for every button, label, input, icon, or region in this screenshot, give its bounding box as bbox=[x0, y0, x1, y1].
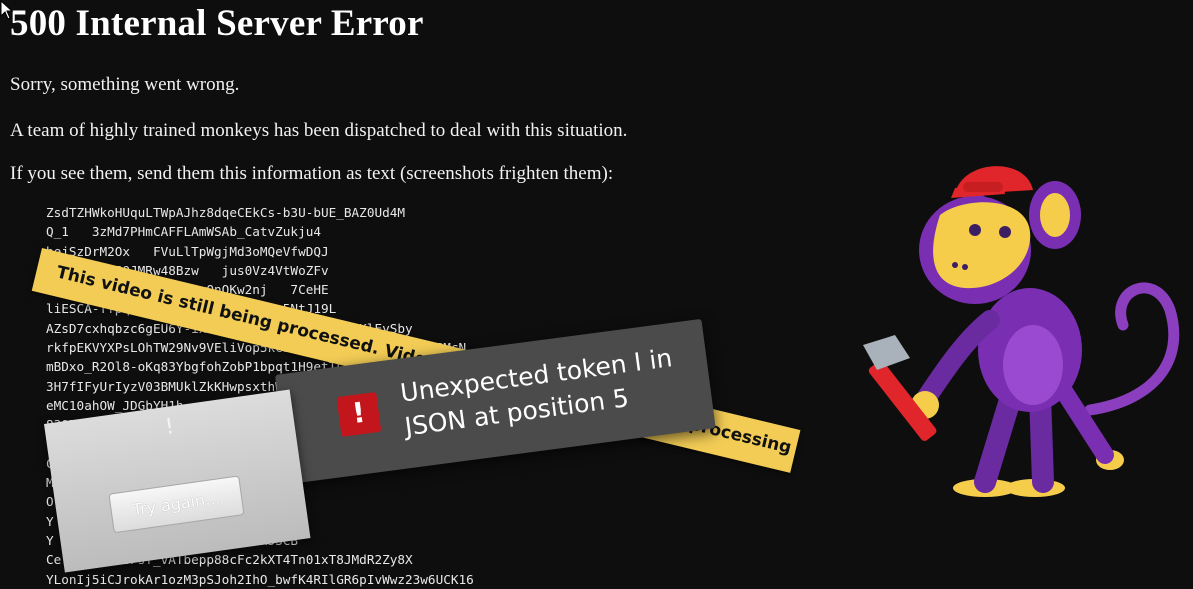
debug-line: Q_1 3zMd7PHmCAFFLAmWSAb_CatvZukju4 bbox=[46, 224, 321, 240]
try-again-button[interactable]: Try again... bbox=[108, 475, 245, 534]
error-message: Unexpected token I in JSON at position 5 bbox=[398, 343, 674, 442]
page-title: 500 Internal Server Error bbox=[10, 3, 424, 44]
monkey-with-hammer-illustration bbox=[863, 166, 1180, 497]
debug-line: 3H7fIFyUrIyzV03BMUklZkKHwpsxthWR bbox=[46, 378, 291, 394]
debug-line: YLonIj5iCJrokAr1ozM3pSJoh2IhO_bwfK4RIlGR… bbox=[46, 571, 474, 587]
mouse-pointer-icon bbox=[0, 0, 14, 20]
monkeys-dispatched-text: A team of highly trained monkeys has bee… bbox=[10, 120, 628, 141]
send-info-instruction: If you see them, send them this informat… bbox=[10, 163, 614, 184]
debug-line: ZsdTZHWkoHUquLTWpAJhz8dqeCEkCs-b3U-bUE_B… bbox=[46, 205, 406, 220]
error-apology-text: Sorry, something went wrong. bbox=[10, 74, 240, 95]
alert-icon: ! bbox=[163, 414, 176, 441]
debug-line: bejSzDrM2Ox FVuLlTpWgjMd3oMQeVfwDQJ bbox=[46, 243, 329, 259]
error-icon: ! bbox=[336, 391, 382, 437]
